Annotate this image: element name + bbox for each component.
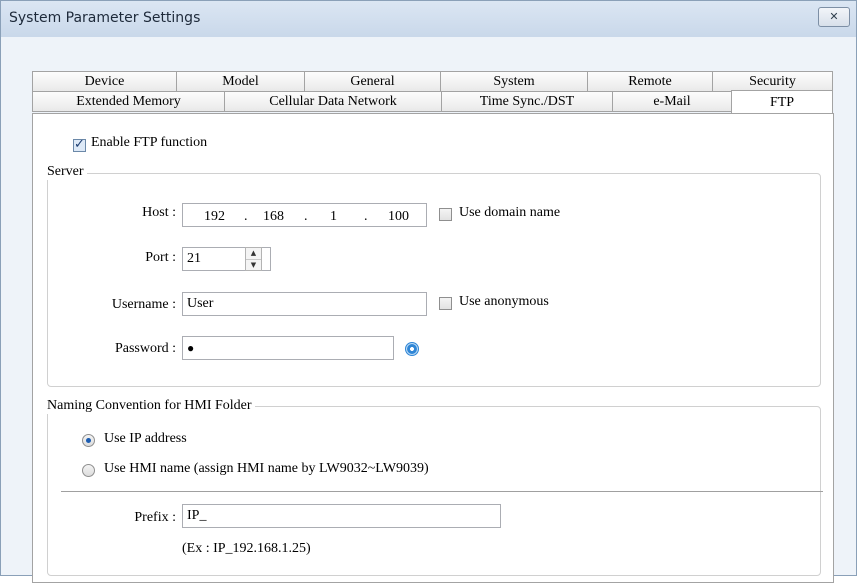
title-bar: System Parameter Settings ✕ — [1, 1, 856, 37]
use-domain-name-label: Use domain name — [459, 205, 561, 220]
tab-time-sync-dst[interactable]: Time Sync./DST — [441, 91, 613, 112]
chevron-up-icon[interactable]: ▲ — [246, 248, 261, 260]
username-label: Username : — [111, 297, 176, 312]
tab-device[interactable]: Device — [32, 71, 177, 92]
password-label: Password : — [114, 341, 176, 356]
prefix-example: (Ex : IP_192.168.1.25) — [182, 541, 311, 556]
use-domain-name-checkbox[interactable] — [439, 208, 452, 221]
tab-model[interactable]: Model — [176, 71, 305, 92]
port-stepper[interactable]: ▲ ▼ — [245, 247, 262, 271]
host-octet-4: 100 — [388, 209, 409, 224]
enable-ftp-label: Enable FTP function — [91, 135, 208, 150]
username-input[interactable]: User — [182, 292, 427, 316]
tab-ftp[interactable]: FTP — [731, 90, 833, 114]
eye-icon[interactable] — [405, 342, 419, 356]
close-button[interactable]: ✕ — [818, 7, 850, 27]
ip-dot: . — [244, 209, 248, 224]
use-ip-address-label: Use IP address — [104, 431, 187, 446]
host-octet-2: 168 — [263, 209, 284, 224]
prefix-label: Prefix : — [134, 510, 176, 525]
tab-general[interactable]: General — [304, 71, 441, 92]
use-anonymous-label: Use anonymous — [459, 294, 549, 309]
host-octet-3: 1 — [330, 209, 337, 224]
use-hmi-name-radio[interactable] — [82, 464, 95, 477]
tab-remote[interactable]: Remote — [587, 71, 713, 92]
password-input[interactable]: ● — [182, 336, 394, 360]
tab-security[interactable]: Security — [712, 71, 833, 92]
system-parameter-settings-window: System Parameter Settings ✕ Device Model… — [0, 0, 857, 583]
ip-dot: . — [304, 209, 308, 224]
divider — [61, 491, 823, 492]
tab-system[interactable]: System — [440, 71, 588, 92]
enable-ftp-checkbox[interactable] — [73, 137, 86, 152]
host-label: Host : — [142, 205, 176, 220]
tab-cellular-data-network[interactable]: Cellular Data Network — [224, 91, 442, 112]
naming-convention-legend: Naming Convention for HMI Folder — [44, 398, 255, 414]
use-ip-address-radio[interactable] — [82, 434, 95, 447]
prefix-input[interactable]: IP_ — [182, 504, 501, 528]
window-title: System Parameter Settings — [9, 10, 201, 26]
use-anonymous-checkbox[interactable] — [439, 297, 452, 310]
tab-extended-memory[interactable]: Extended Memory — [32, 91, 225, 112]
ip-dot: . — [364, 209, 368, 224]
tab-email[interactable]: e-Mail — [612, 91, 732, 112]
host-ip-input[interactable]: 192 . 168 . 1 . 100 — [182, 203, 427, 227]
ftp-panel: Enable FTP function Server Host : 192 . … — [32, 113, 834, 583]
chevron-down-icon[interactable]: ▼ — [246, 260, 261, 271]
use-hmi-name-label: Use HMI name (assign HMI name by LW9032~… — [104, 461, 429, 476]
server-legend: Server — [44, 164, 87, 180]
port-label: Port : — [145, 250, 176, 265]
host-octet-1: 192 — [204, 209, 225, 224]
